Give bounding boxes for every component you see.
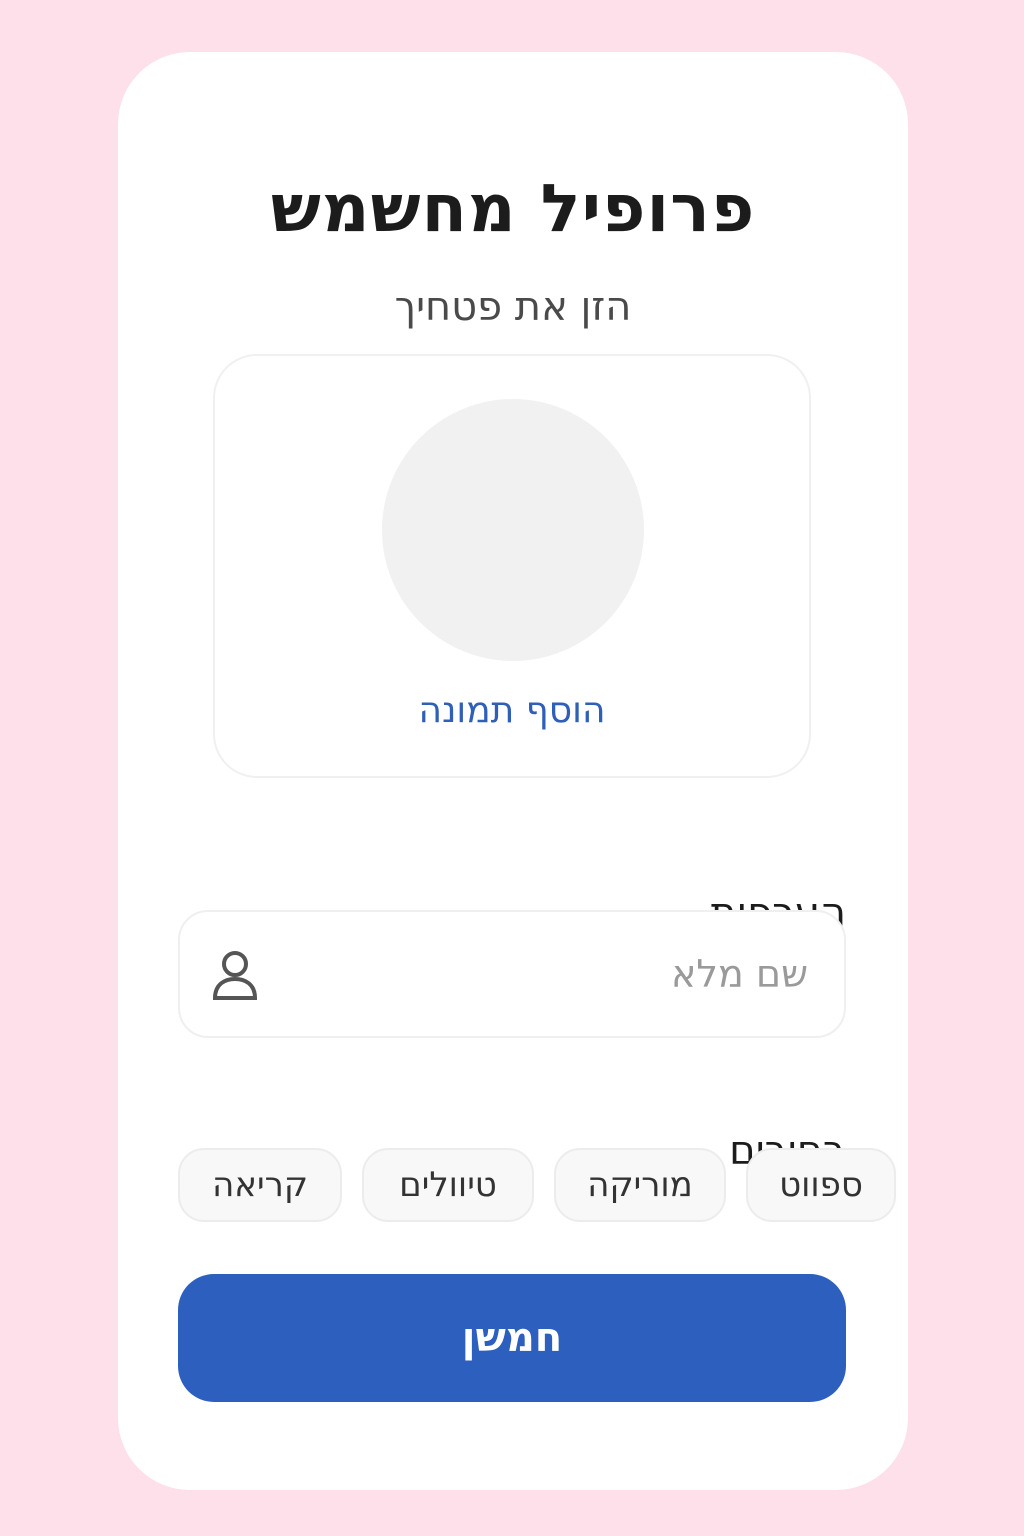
save-button[interactable]: חמשן: [178, 1274, 846, 1402]
add-photo-area[interactable]: הוסף תמונה: [213, 354, 811, 778]
add-photo-link[interactable]: הוסף תמונה: [215, 690, 809, 731]
profile-card: פרופיל מחשמש הזן את פטחיך הוסף תמונה הער…: [118, 52, 908, 1490]
hobby-chip-sport[interactable]: ספווט: [746, 1148, 896, 1222]
page-subtitle: הזן את פטחיך: [394, 284, 632, 330]
hobby-chip-music[interactable]: מוריקה: [554, 1148, 726, 1222]
user-icon: [212, 951, 258, 1000]
hobby-chip-reading[interactable]: קריאה: [178, 1148, 342, 1222]
full-name-input[interactable]: [288, 912, 808, 1036]
full-name-field[interactable]: [178, 910, 846, 1038]
avatar-placeholder: [382, 399, 644, 661]
hobby-chips: ספווט מוריקה טיוולים קריאה: [178, 1148, 898, 1224]
page-title: פרופיל מחשמש: [270, 170, 756, 247]
hobby-chip-hiking[interactable]: טיוולים: [362, 1148, 534, 1222]
